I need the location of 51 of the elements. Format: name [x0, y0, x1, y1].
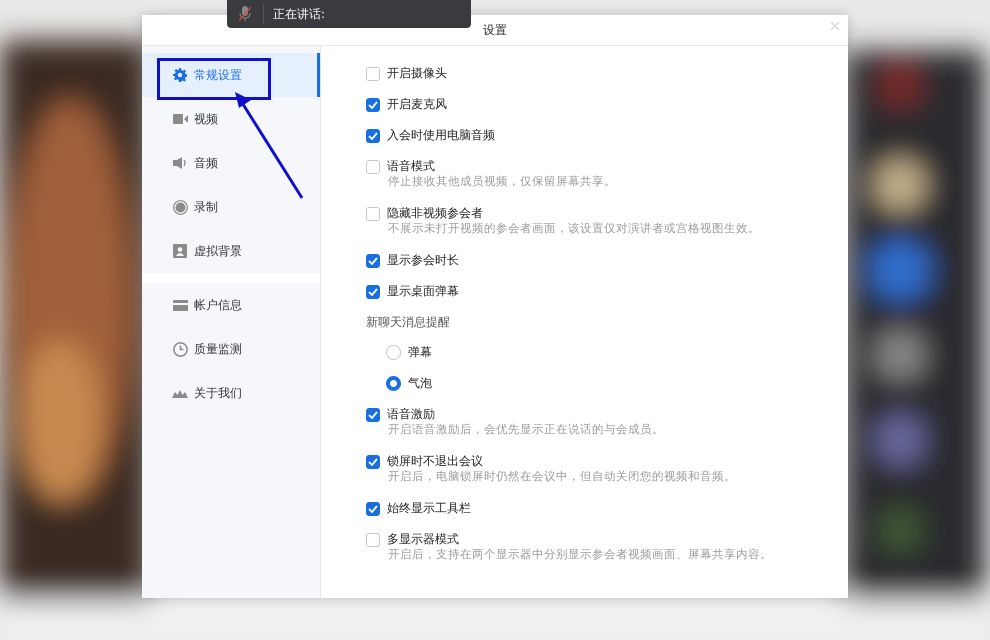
gauge-icon — [172, 342, 188, 356]
radio-button[interactable] — [386, 376, 401, 391]
speaker-icon — [172, 157, 188, 169]
sidebar-item[interactable]: 录制 — [142, 185, 320, 229]
checkbox-label: 隐藏非视频参会者 — [387, 205, 483, 222]
checkbox[interactable] — [366, 128, 380, 142]
radio-button[interactable] — [386, 345, 401, 360]
checkbox-label: 始终显示工具栏 — [387, 500, 471, 517]
checkbox[interactable] — [366, 408, 380, 422]
setting-description: 停止接收其他成员视频，仅保留屏幕共享。 — [387, 174, 617, 190]
checkbox[interactable] — [366, 98, 380, 112]
group-label: 新聊天消息提醒 — [366, 314, 451, 330]
checkbox-label: 多显示器模式 — [387, 531, 459, 548]
checkbox[interactable] — [366, 206, 380, 220]
checkbox-label: 语音模式 — [387, 158, 435, 175]
checkbox-label: 开启麦克风 — [387, 96, 447, 113]
radio-label: 弹幕 — [408, 344, 432, 361]
checkbox-label: 显示参会时长 — [387, 252, 459, 269]
sidebar-item[interactable]: 质量监测 — [142, 327, 320, 371]
sidebar-item[interactable]: 视频 — [142, 97, 320, 141]
muted-mic-icon — [239, 6, 251, 22]
mountain-icon — [172, 388, 188, 398]
speaker-label: 正在讲话: — [272, 6, 326, 22]
setting-description: 开启后，支持在两个显示器中分别显示参会者视频画面、屏幕共享内容。 — [387, 547, 773, 563]
checkbox[interactable] — [366, 254, 380, 268]
checkbox-label: 显示桌面弹幕 — [387, 283, 459, 300]
video-camera-icon — [172, 114, 188, 124]
sidebar-item[interactable]: 关于我们 — [142, 371, 320, 415]
card-icon — [172, 300, 188, 310]
gear-icon — [173, 68, 187, 82]
checkbox-label: 入会时使用电脑音频 — [387, 127, 495, 144]
checkbox-label: 开启摄像头 — [387, 65, 447, 82]
sidebar-item[interactable]: 常规设置 — [142, 53, 320, 97]
checkbox[interactable] — [366, 454, 380, 468]
checkbox[interactable] — [366, 160, 380, 174]
person-icon — [173, 244, 187, 258]
sidebar-item[interactable]: 虚拟背景 — [142, 229, 320, 273]
sidebar-item[interactable]: 帐户信息 — [142, 283, 320, 327]
sidebar-item[interactable]: 音频 — [142, 141, 320, 185]
checkbox[interactable] — [366, 502, 380, 516]
setting-description: 开启后，电脑锁屏时仍然在会议中，但自动关闭您的视频和音频。 — [387, 469, 737, 485]
radio-label: 气泡 — [408, 375, 432, 392]
checkbox[interactable] — [366, 284, 380, 298]
record-icon — [172, 200, 188, 214]
checkbox-label: 锁屏时不退出会议 — [387, 453, 483, 470]
setting-description: 开启语音激励后，会优先显示正在说话的与会成员。 — [387, 422, 665, 438]
checkbox[interactable] — [366, 66, 380, 80]
dialog-title: 设置 — [483, 22, 507, 38]
checkbox-label: 语音激励 — [387, 406, 435, 423]
setting-description: 不展示未打开视频的参会者画面，该设置仅对演讲者或宫格视图生效。 — [387, 221, 761, 237]
checkbox[interactable] — [366, 532, 380, 546]
